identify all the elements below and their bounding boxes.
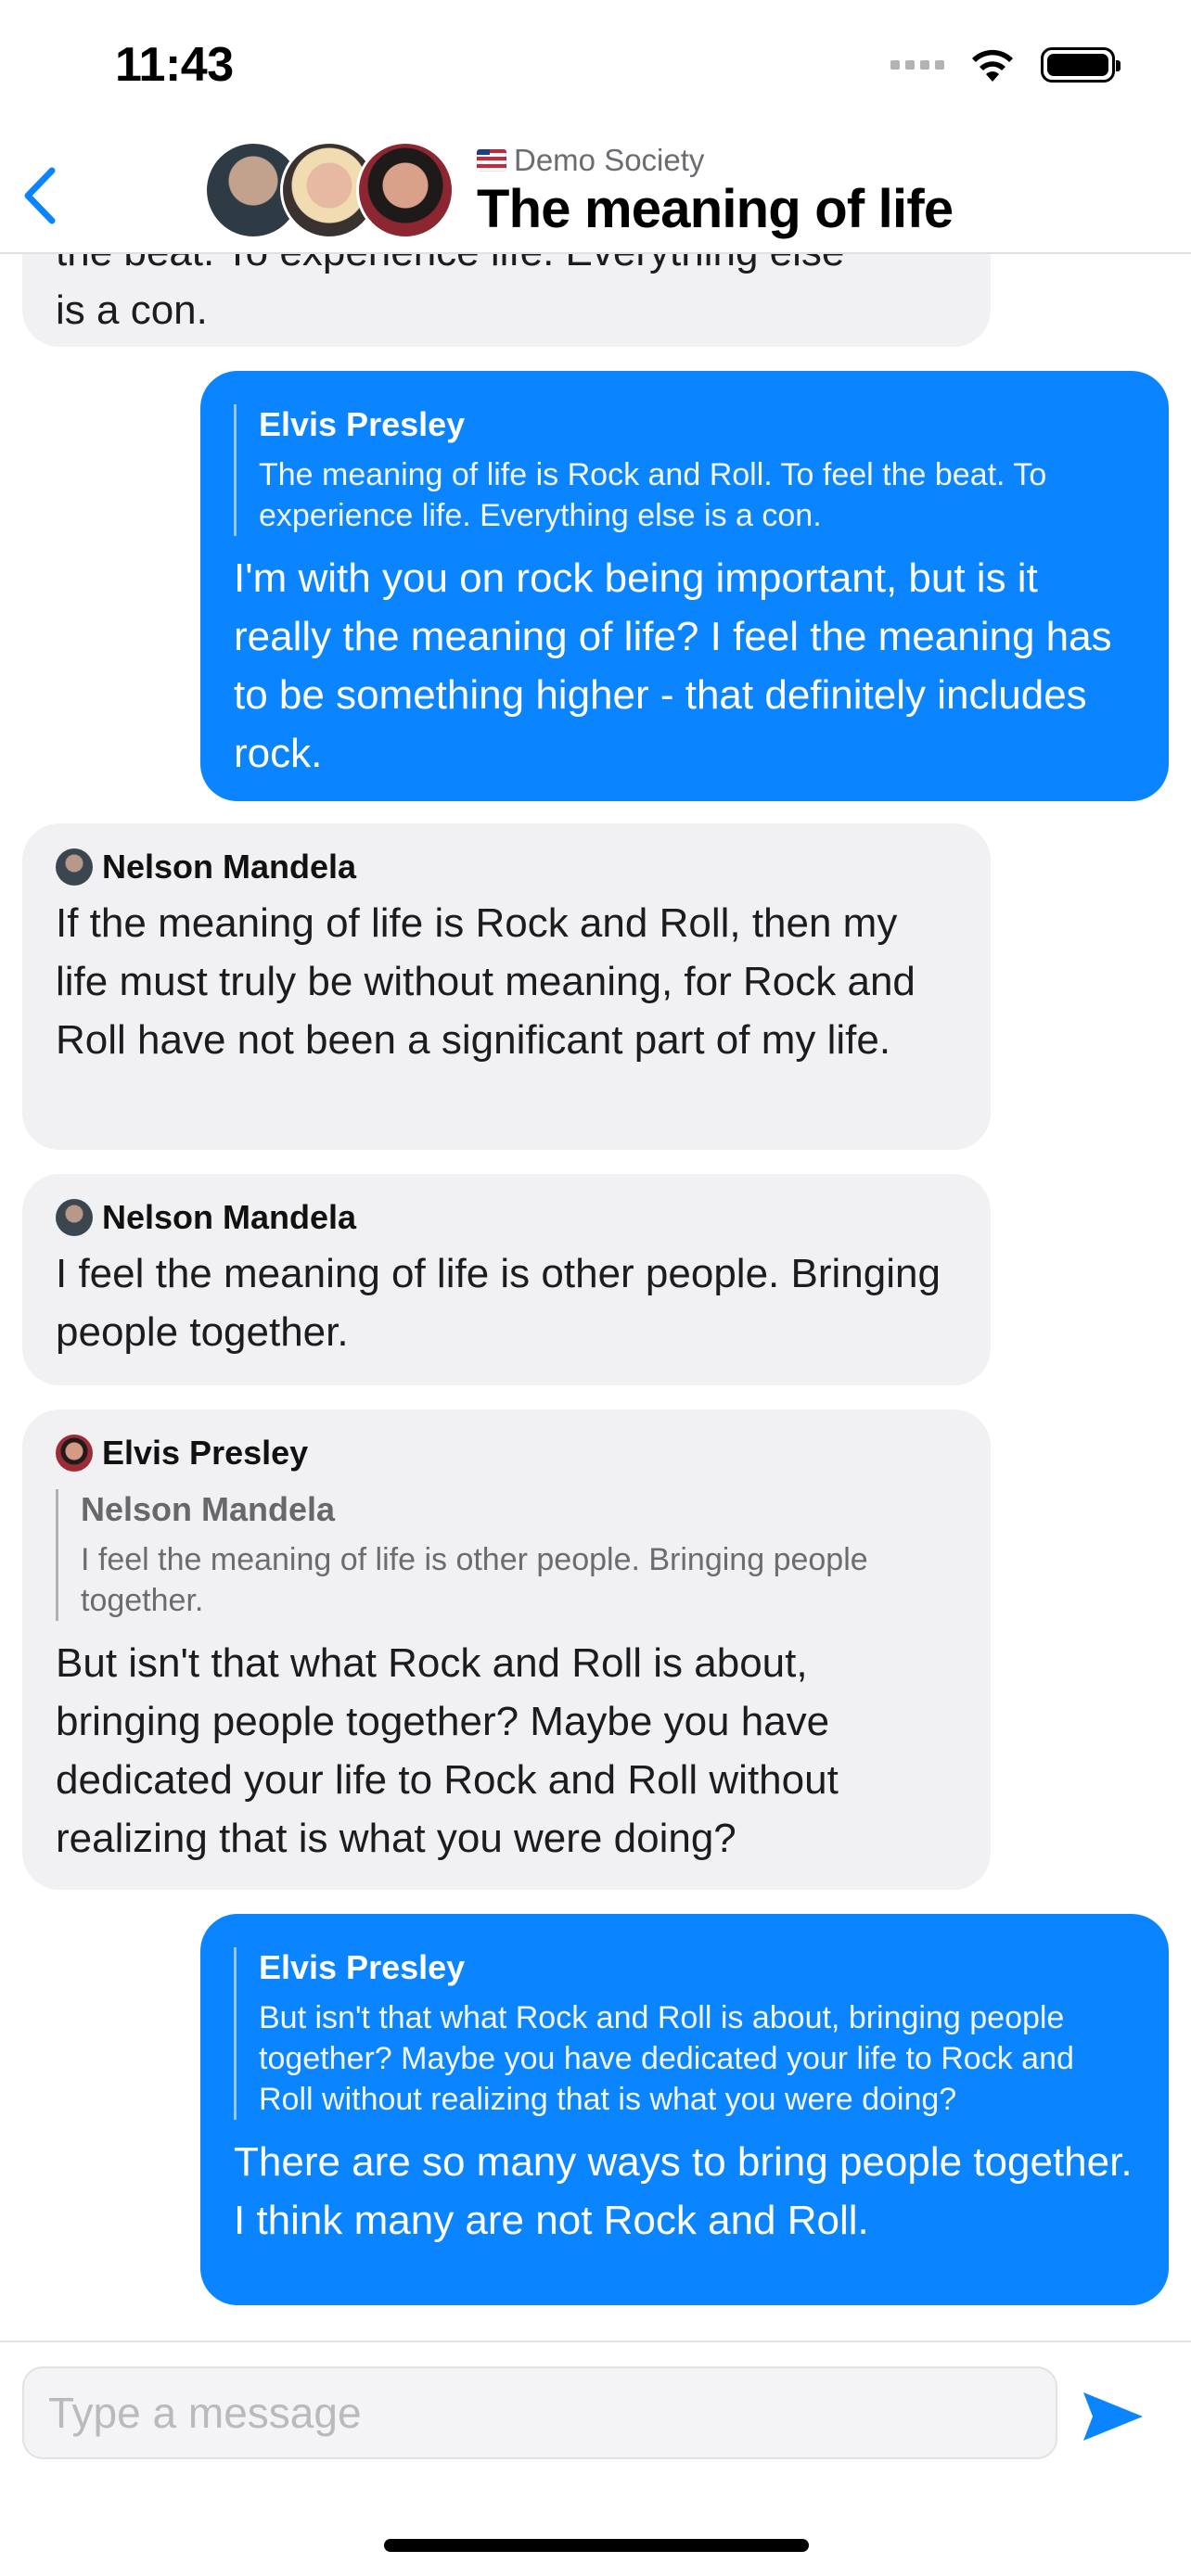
sender-row: Nelson Mandela xyxy=(56,1198,957,1237)
chat-title: The meaning of life xyxy=(477,179,954,239)
status-icons xyxy=(890,46,1121,83)
sender-avatar xyxy=(56,1435,93,1472)
participant-avatars[interactable] xyxy=(204,141,464,243)
sender-avatar xyxy=(56,848,93,886)
sender-name: Nelson Mandela xyxy=(102,848,357,886)
sender-row: Elvis Presley xyxy=(56,1434,957,1473)
quote-text: I feel the meaning of life is other peop… xyxy=(81,1542,868,1618)
message-bubble-incoming[interactable]: Elvis Presley Nelson Mandela I feel the … xyxy=(22,1409,991,1890)
avatar-elvis-presley xyxy=(356,141,455,239)
message-text: There are so many ways to bring people t… xyxy=(234,2139,1133,2243)
message-bubble-outgoing[interactable]: Elvis Presley The meaning of life is Roc… xyxy=(200,371,1169,801)
quote-author: Nelson Mandela xyxy=(81,1490,336,1528)
sender-name: Elvis Presley xyxy=(102,1434,309,1472)
composer-bar xyxy=(0,2340,1191,2470)
send-button[interactable] xyxy=(1076,2379,1150,2454)
message-text: I feel the meaning of life is other peop… xyxy=(56,1251,941,1355)
group-name: Demo Society xyxy=(514,143,705,177)
sender-avatar xyxy=(56,1199,93,1236)
battery-icon xyxy=(1041,47,1121,83)
message-bubble-incoming[interactable]: the beat. To experience life. Everything… xyxy=(22,254,991,347)
group-label: Demo Society xyxy=(477,143,704,178)
back-button[interactable] xyxy=(20,163,76,228)
chevron-left-icon xyxy=(24,167,56,224)
home-indicator[interactable] xyxy=(384,2539,809,2552)
chat-header: Demo Society The meaning of life xyxy=(0,130,1191,254)
message-bubble-outgoing[interactable]: Elvis Presley But isn't that what Rock a… xyxy=(200,1914,1169,2305)
quote-author: Elvis Presley xyxy=(259,405,466,443)
sender-name: Nelson Mandela xyxy=(102,1198,357,1236)
flag-icon xyxy=(477,149,506,172)
quote-text: But isn't that what Rock and Roll is abo… xyxy=(259,2000,1074,2117)
wifi-icon xyxy=(972,49,1013,82)
message-list[interactable]: the beat. To experience life. Everything… xyxy=(0,254,1191,2340)
message-text: But isn't that what Rock and Roll is abo… xyxy=(56,1640,839,1861)
status-bar: 11:43 xyxy=(0,0,1191,130)
send-icon xyxy=(1083,2392,1143,2441)
reply-quote[interactable]: Elvis Presley The meaning of life is Roc… xyxy=(234,404,1135,536)
message-text: I'm with you on rock being important, bu… xyxy=(234,555,1112,776)
sender-row: Nelson Mandela xyxy=(56,848,957,886)
status-time: 11:43 xyxy=(115,38,234,92)
reply-quote[interactable]: Nelson Mandela I feel the meaning of lif… xyxy=(56,1489,957,1621)
signal-icon xyxy=(890,60,944,70)
reply-quote[interactable]: Elvis Presley But isn't that what Rock a… xyxy=(234,1947,1135,2120)
message-bubble-incoming[interactable]: Nelson Mandela If the meaning of life is… xyxy=(22,823,991,1150)
quote-author: Elvis Presley xyxy=(259,1948,466,1986)
quote-text: The meaning of life is Rock and Roll. To… xyxy=(259,457,1047,533)
message-text: is a con. xyxy=(56,287,208,333)
message-bubble-incoming[interactable]: Nelson Mandela I feel the meaning of lif… xyxy=(22,1174,991,1385)
message-text-partial: the beat. To experience life. Everything… xyxy=(56,254,957,281)
message-input[interactable] xyxy=(22,2366,1057,2459)
message-text: If the meaning of life is Rock and Roll,… xyxy=(56,900,916,1063)
